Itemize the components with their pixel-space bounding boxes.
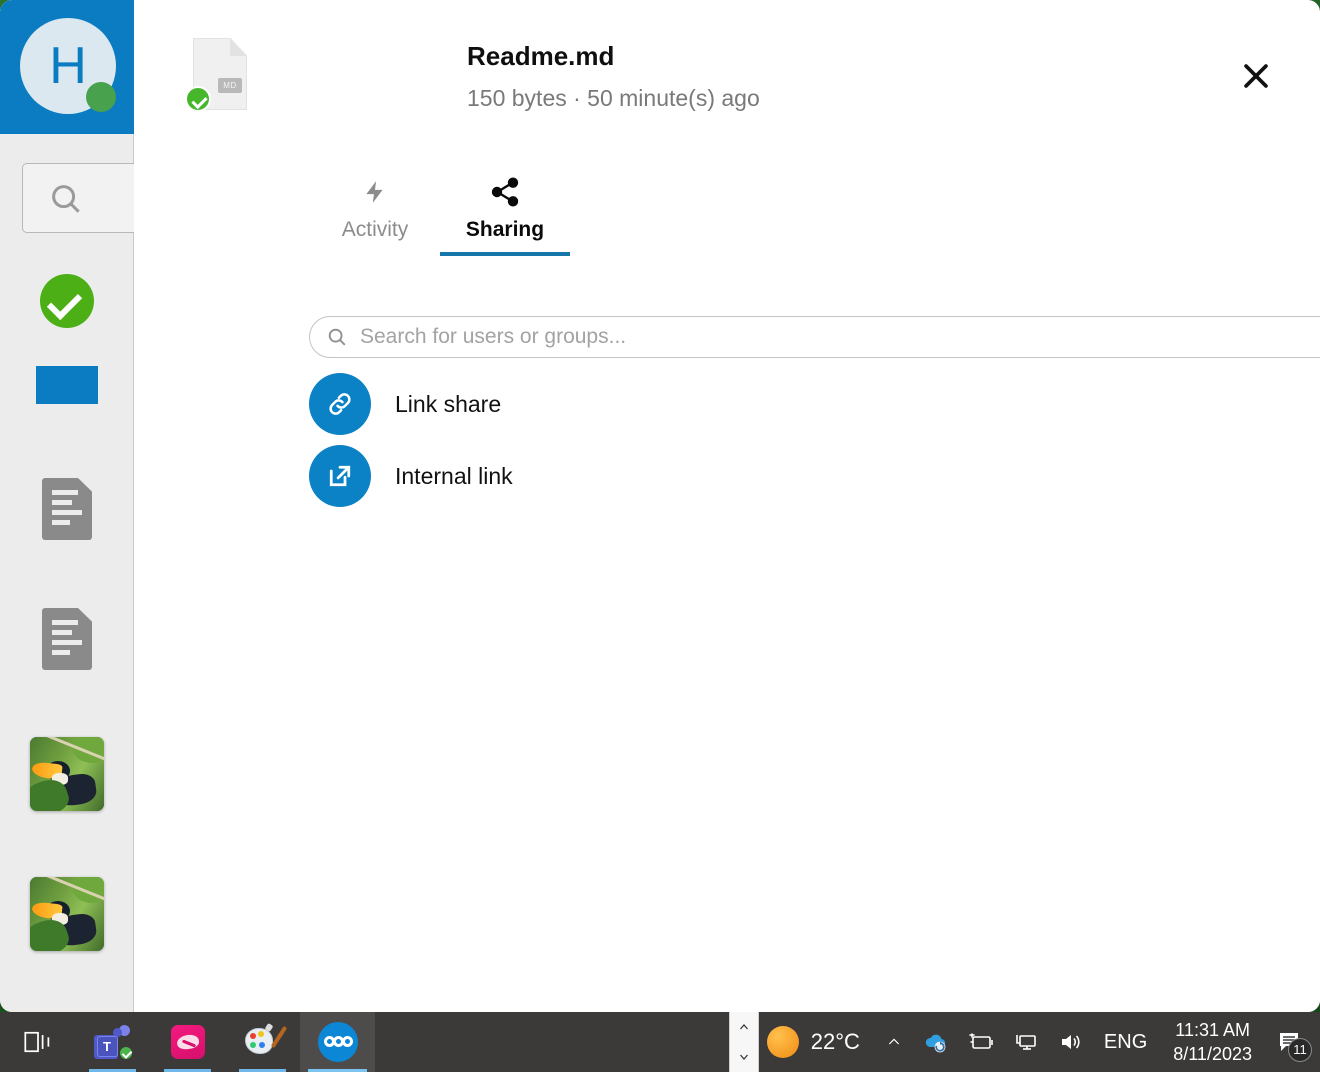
file-meta: 150 bytes · 50 minute(s) ago: [467, 85, 760, 111]
share-row-label: Link share: [395, 390, 502, 417]
green-check-circle-icon: [40, 274, 94, 328]
green-check-icon: [185, 86, 211, 112]
tab-activity-label: Activity: [341, 218, 409, 241]
sidebar-item-photo-1[interactable]: [0, 737, 134, 811]
onedrive-sync-icon-button[interactable]: [914, 1012, 958, 1072]
external-link-icon: [329, 465, 351, 487]
background-window-scrollbar[interactable]: [729, 1012, 759, 1072]
detail-tabs: Activity Sharing: [310, 162, 570, 256]
system-tray: 22°C ENG 11:31 AM 8/11/2023 11: [747, 1012, 1320, 1072]
battery-icon-button[interactable]: [958, 1012, 1004, 1072]
taskbar-app-teams[interactable]: T: [75, 1012, 150, 1072]
sidebar-item-document-1[interactable]: [0, 478, 134, 540]
notifications-button[interactable]: 11: [1266, 1012, 1312, 1072]
file-name: Readme.md: [467, 41, 615, 71]
sun-icon: [766, 1026, 799, 1058]
file-type-icon: MD: [185, 38, 247, 112]
sidebar: H: [0, 0, 146, 1012]
online-status-dot: [86, 82, 116, 112]
sidebar-item-blue-placeholder[interactable]: [0, 366, 134, 404]
battery-charging-icon: [969, 1033, 993, 1049]
task-view-button[interactable]: [0, 1012, 75, 1072]
toucan-photo-thumbnail: [30, 737, 104, 811]
volume-icon-button[interactable]: [1048, 1012, 1092, 1072]
sidebar-item-photo-2[interactable]: [0, 877, 134, 951]
activity-lightning-icon: [310, 172, 440, 212]
clock-time: 11:31 AM: [1175, 1019, 1250, 1040]
temperature-label: 22°C: [810, 1029, 860, 1054]
link-chain-icon: [329, 393, 351, 415]
cloud-sync-icon: [925, 1034, 946, 1053]
document-icon: [42, 478, 92, 540]
share-row-label: Internal link: [395, 462, 513, 489]
account-header[interactable]: H: [0, 0, 134, 134]
taskbar-apps: T: [0, 1012, 375, 1072]
paint-palette-icon: [244, 1022, 287, 1058]
taskbar-app-paint[interactable]: [225, 1012, 300, 1072]
desktop: H MD Readme.md 150 bytes · 50 minute(s) …: [0, 0, 1320, 1072]
teams-icon: T: [93, 1025, 134, 1061]
taskbar-app-pink[interactable]: [150, 1012, 225, 1072]
share-search-box[interactable]: [309, 316, 1320, 358]
share-search-input[interactable]: [360, 325, 1320, 349]
file-header: MD Readme.md 150 bytes · 50 minute(s) ag…: [134, 0, 1320, 150]
close-icon: [1244, 64, 1268, 88]
sidebar-item-sync-status[interactable]: [0, 274, 134, 328]
share-row-link-share: Link share: [309, 372, 1320, 436]
document-icon: [42, 608, 92, 670]
sidebar-item-document-2[interactable]: [0, 608, 134, 670]
file-type-badge: MD: [218, 78, 242, 93]
notification-count-badge: 11: [1288, 1038, 1312, 1062]
monitor-network-icon: [1016, 1035, 1036, 1050]
search-icon: [52, 185, 80, 213]
search-icon: [328, 328, 346, 346]
language-indicator[interactable]: ENG: [1092, 1031, 1159, 1054]
clock-date: 8/11/2023: [1173, 1044, 1252, 1064]
external-link-icon-button[interactable]: [309, 445, 371, 507]
scroll-down-icon[interactable]: [736, 1051, 752, 1063]
tab-sharing[interactable]: Sharing: [440, 162, 570, 256]
link-chain-icon-button[interactable]: [309, 373, 371, 435]
toucan-photo-thumbnail: [30, 877, 104, 951]
nextcloud-icon: [317, 1022, 358, 1062]
close-button[interactable]: [1232, 52, 1280, 100]
chevron-up-icon: [888, 1038, 899, 1045]
show-hidden-icons-button[interactable]: [874, 1012, 914, 1072]
clock[interactable]: 11:31 AM 8/11/2023: [1159, 1018, 1266, 1067]
share-nodes-icon: [440, 172, 570, 212]
share-row-internal-link: Internal link: [309, 444, 1320, 508]
task-view-icon: [23, 1031, 49, 1053]
details-panel: MD Readme.md 150 bytes · 50 minute(s) ag…: [134, 0, 1320, 1012]
tab-activity[interactable]: Activity: [310, 162, 440, 256]
speaker-icon: [1061, 1035, 1080, 1049]
taskbar: T 22°C ENG 11:31 AM 8/11/2023 11: [0, 1012, 1320, 1072]
nextcloud-window: H MD Readme.md 150 bytes · 50 minute(s) …: [0, 0, 1320, 1012]
sidebar-search-button[interactable]: [22, 163, 146, 233]
taskbar-app-nextcloud[interactable]: [300, 1012, 375, 1072]
blue-rectangle-icon: [36, 366, 98, 404]
pink-app-icon: [170, 1025, 205, 1059]
network-icon-button[interactable]: [1004, 1012, 1048, 1072]
scroll-up-icon[interactable]: [736, 1021, 752, 1033]
tab-sharing-label: Sharing: [465, 218, 545, 241]
weather-widget[interactable]: 22°C: [747, 1026, 874, 1058]
